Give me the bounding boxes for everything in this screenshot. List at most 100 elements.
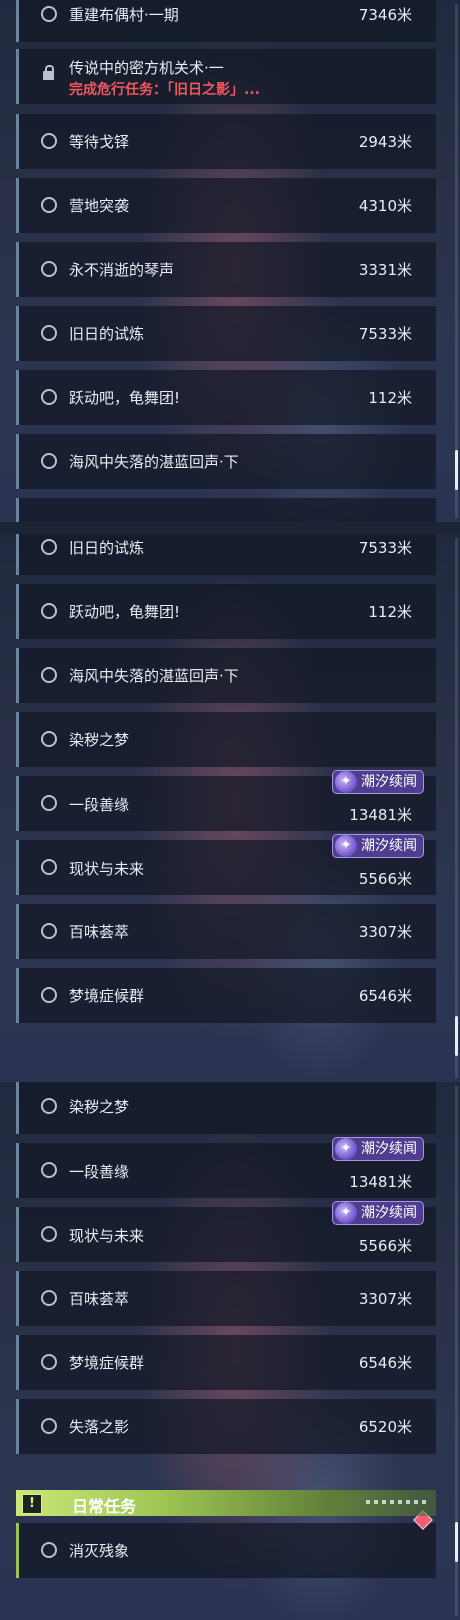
daily-quests-title: 日常任务 (72, 1497, 137, 1516)
quest-row[interactable]: 百味荟萃 3307米 (16, 1271, 436, 1326)
quest-row[interactable]: 海风中失落的湛蓝回声·下 (16, 434, 436, 489)
quest-name: 旧日的试炼 (69, 325, 145, 343)
quest-status-icon (41, 261, 57, 277)
scrollbar-thumb[interactable] (455, 450, 458, 490)
quest-name: 染秽之梦 (69, 731, 130, 749)
quest-row[interactable]: 跃动吧，龟舞团! 112米 (16, 584, 436, 639)
quest-name: 失落之影 (69, 1418, 130, 1436)
quest-status-icon (41, 1418, 57, 1434)
daily-quest-row[interactable]: 消灭残象 (16, 1510, 436, 1578)
quest-name: 现状与未来 (69, 1227, 145, 1245)
tidal-tale-icon: ✦ (335, 1202, 357, 1224)
badge-label: 潮汐续闻 (361, 1141, 417, 1157)
quest-status-icon (41, 603, 57, 619)
quest-name: 现状与未来 (69, 860, 145, 878)
badge-label: 潮汐续闻 (361, 774, 417, 790)
badge-label: 潮汐续闻 (361, 1205, 417, 1221)
quest-name: 消灭残象 (69, 1542, 130, 1560)
quest-distance: 13481米 (349, 1173, 412, 1191)
quest-status-icon (41, 1098, 57, 1114)
quest-distance: 5566米 (358, 1237, 412, 1255)
quest-distance: 3307米 (358, 1290, 412, 1308)
exclamation-icon: ! (22, 1494, 42, 1514)
quest-row-partial (16, 498, 436, 522)
quest-row[interactable]: 失落之影 6520米 (16, 1399, 436, 1454)
quest-distance: 4310米 (358, 197, 412, 215)
quest-name: 跃动吧，龟舞团! (69, 603, 181, 621)
quest-list-panel-2: 旧日的试炼 7533米 跃动吧，龟舞团! 112米 海风中失落的湛蓝回声·下 染… (0, 534, 460, 1082)
quest-distance: 6546米 (358, 987, 412, 1005)
quest-row[interactable]: ✦ 潮汐续闻 一段善缘 13481米 (16, 770, 436, 831)
quest-row[interactable]: 染秽之梦 (16, 1082, 436, 1134)
quest-row[interactable]: 跃动吧，龟舞团! 112米 (16, 370, 436, 425)
quest-row[interactable]: 海风中失落的湛蓝回声·下 (16, 648, 436, 703)
quest-status-icon (41, 1542, 57, 1558)
quest-distance: 3331米 (358, 261, 412, 279)
quest-status-icon (41, 389, 57, 405)
tidal-tale-badge: ✦ 潮汐续闻 (332, 1137, 424, 1161)
quest-distance: 5566米 (358, 870, 412, 888)
tidal-tale-badge: ✦ 潮汐续闻 (332, 1201, 424, 1225)
quest-row[interactable]: 旧日的试炼 7533米 (16, 534, 436, 575)
quest-distance: 3307米 (358, 923, 412, 941)
quest-status-icon (41, 539, 57, 555)
quest-status-icon (41, 197, 57, 213)
quest-name: 染秽之梦 (69, 1098, 130, 1116)
quest-status-icon (41, 1354, 57, 1370)
quest-name: 一段善缘 (69, 1163, 130, 1181)
quest-row[interactable]: 永不消逝的琴声 3331米 (16, 242, 436, 297)
quest-distance: 7533米 (358, 325, 412, 343)
quest-row[interactable]: 等待戈铎 2943米 (16, 114, 436, 169)
quest-name: 重建布偶村·一期 (69, 6, 179, 24)
quest-name: 一段善缘 (69, 796, 130, 814)
quest-name: 海风中失落的湛蓝回声·下 (69, 667, 239, 685)
quest-distance: 6546米 (358, 1354, 412, 1372)
quest-status-icon (41, 453, 57, 469)
quest-row[interactable]: ✦ 潮汐续闻 一段善缘 13481米 (16, 1137, 436, 1198)
daily-quests-header[interactable]: ! 日常任务 (16, 1490, 436, 1516)
quest-row[interactable]: 重建布偶村·一期 7346米 (16, 0, 436, 42)
quest-status-icon (41, 731, 57, 747)
quest-unlock-requirement: 完成危行任务：「旧日之影」... (69, 82, 260, 98)
quest-distance: 6520米 (358, 1418, 412, 1436)
quest-distance: 7346米 (358, 6, 412, 24)
quest-name: 百味荟萃 (69, 923, 130, 941)
quest-status-icon (41, 987, 57, 1003)
quest-name: 百味荟萃 (69, 1290, 130, 1308)
quest-row[interactable]: 旧日的试炼 7533米 (16, 306, 436, 361)
quest-row[interactable]: ✦ 潮汐续闻 现状与未来 5566米 (16, 1201, 436, 1262)
tidal-tale-icon: ✦ (335, 835, 357, 857)
quest-name: 跃动吧，龟舞团! (69, 389, 181, 407)
quest-status-icon (41, 325, 57, 341)
scrollbar-thumb[interactable] (455, 1016, 458, 1056)
quest-status-icon (41, 667, 57, 683)
quest-list-panel-1: 重建布偶村·一期 7346米 传说中的密方机关术·一 完成危行任务：「旧日之影」… (0, 0, 460, 522)
scrollbar-track[interactable] (455, 538, 458, 1078)
quest-name: 等待戈铎 (69, 133, 130, 151)
quest-name: 永不消逝的琴声 (69, 261, 175, 279)
badge-label: 潮汐续闻 (361, 838, 417, 854)
quest-name: 海风中失落的湛蓝回声·下 (69, 453, 239, 471)
quest-name: 营地突袭 (69, 197, 130, 215)
quest-status-icon (41, 1290, 57, 1306)
quest-status-icon (41, 1162, 57, 1178)
quest-row[interactable]: 梦境症候群 6546米 (16, 968, 436, 1023)
quest-row[interactable]: 营地突袭 4310米 (16, 178, 436, 233)
quest-name: 传说中的密方机关术·一 (69, 59, 224, 77)
quest-name: 梦境症候群 (69, 1354, 145, 1372)
quest-status-icon (41, 1226, 57, 1242)
lock-icon (43, 65, 54, 80)
quest-row[interactable]: 梦境症候群 6546米 (16, 1335, 436, 1390)
header-decoration (366, 1500, 426, 1504)
quest-row[interactable]: 染秽之梦 (16, 712, 436, 767)
quest-row[interactable]: 百味荟萃 3307米 (16, 904, 436, 959)
scrollbar-thumb[interactable] (455, 1522, 458, 1562)
quest-row[interactable]: ✦ 潮汐续闻 现状与未来 5566米 (16, 834, 436, 895)
quest-row-locked[interactable]: 传说中的密方机关术·一 完成危行任务：「旧日之影」... (16, 49, 436, 104)
tidal-tale-badge: ✦ 潮汐续闻 (332, 770, 424, 794)
quest-distance: 13481米 (349, 806, 412, 824)
quest-distance: 2943米 (358, 133, 412, 151)
scrollbar-track[interactable] (455, 4, 458, 518)
quest-name: 旧日的试炼 (69, 539, 145, 557)
quest-distance: 7533米 (358, 539, 412, 557)
